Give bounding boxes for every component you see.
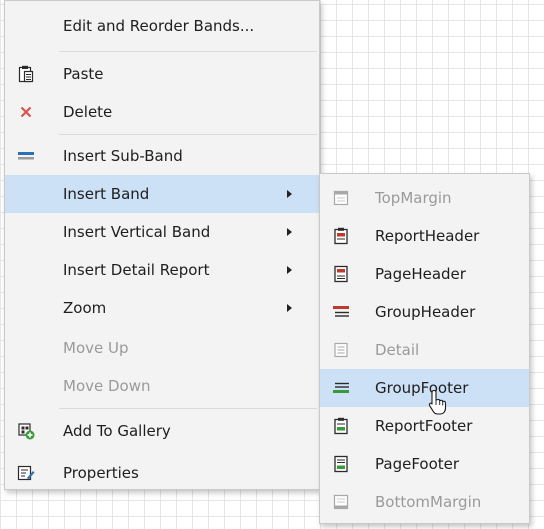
submenu-arrow-icon [287,228,292,236]
menu-item-move-down[interactable]: Move Down [5,367,319,405]
menu-item-edit-and-reorder-bands[interactable]: Edit and Reorder Bands... [5,11,319,41]
report-header-band-icon [328,217,354,255]
submenu-item-group-header[interactable]: GroupHeader [320,293,529,331]
submenu-arrow-icon [287,304,292,312]
menu-item-label: Paste [63,65,104,83]
page-header-band-icon [328,255,354,293]
submenu-item-top-margin[interactable]: TopMargin [320,179,529,217]
menu-item-label: Insert Detail Report [63,261,210,279]
group-header-band-icon [328,293,354,331]
submenu-item-label: TopMargin [375,189,452,207]
submenu-item-label: Detail [375,341,420,359]
submenu-item-label: ReportFooter [375,417,473,435]
submenu-item-label: ReportHeader [375,227,480,245]
group-footer-band-icon [328,369,354,407]
menu-separator [59,408,317,409]
menu-item-insert-band[interactable]: Insert Band [5,175,319,213]
menu-item-label: Insert Band [63,185,150,203]
menu-item-insert-sub-band[interactable]: Insert Sub-Band [5,140,319,172]
submenu-item-label: GroupHeader [375,303,476,321]
menu-item-move-up[interactable]: Move Up [5,329,319,367]
submenu-item-detail[interactable]: Detail [320,331,529,369]
menu-item-label: Properties [63,464,139,482]
report-footer-band-icon [328,407,354,445]
submenu-item-label: BottomMargin [375,493,482,511]
menu-separator [59,134,317,135]
context-menu: Edit and Reorder Bands... Paste Delete I… [4,0,320,490]
bottom-margin-band-icon [328,483,354,521]
menu-item-insert-detail-report[interactable]: Insert Detail Report [5,251,319,289]
menu-item-paste[interactable]: Paste [5,59,319,89]
detail-band-icon [328,331,354,369]
delete-x-icon [13,97,39,127]
menu-item-add-to-gallery[interactable]: Add To Gallery [5,414,319,448]
menu-item-label: Insert Vertical Band [63,223,211,241]
submenu-item-label: PageFooter [375,455,460,473]
submenu-item-label: GroupFooter [375,379,469,397]
menu-item-insert-vertical-band[interactable]: Insert Vertical Band [5,213,319,251]
submenu-item-group-footer[interactable]: GroupFooter [320,369,529,407]
submenu-item-page-header[interactable]: PageHeader [320,255,529,293]
menu-item-label: Delete [63,103,113,121]
properties-icon [13,456,39,490]
sub-band-icon [13,140,39,172]
menu-item-label: Move Up [63,339,129,357]
submenu-item-bottom-margin[interactable]: BottomMargin [320,483,529,521]
menu-item-label: Zoom [63,299,107,317]
add-to-gallery-icon [13,414,39,448]
submenu-item-page-footer[interactable]: PageFooter [320,445,529,483]
menu-item-label: Edit and Reorder Bands... [63,17,255,35]
page-footer-band-icon [328,445,354,483]
menu-item-label: Add To Gallery [63,422,171,440]
menu-item-delete[interactable]: Delete [5,97,319,127]
menu-item-zoom[interactable]: Zoom [5,289,319,327]
submenu-arrow-icon [287,266,292,274]
menu-item-label: Insert Sub-Band [63,147,183,165]
clipboard-icon [13,59,39,89]
submenu-item-report-header[interactable]: ReportHeader [320,217,529,255]
submenu-arrow-icon [287,190,292,198]
menu-separator [59,51,317,52]
menu-item-label: Move Down [63,377,151,395]
mouse-pointer-icon [428,389,447,415]
menu-item-properties[interactable]: Properties [5,456,319,490]
insert-band-submenu: TopMargin ReportHeader PageHeader GroupH… [319,173,530,524]
submenu-item-label: PageHeader [375,265,466,283]
top-margin-band-icon [328,179,354,217]
submenu-item-report-footer[interactable]: ReportFooter [320,407,529,445]
